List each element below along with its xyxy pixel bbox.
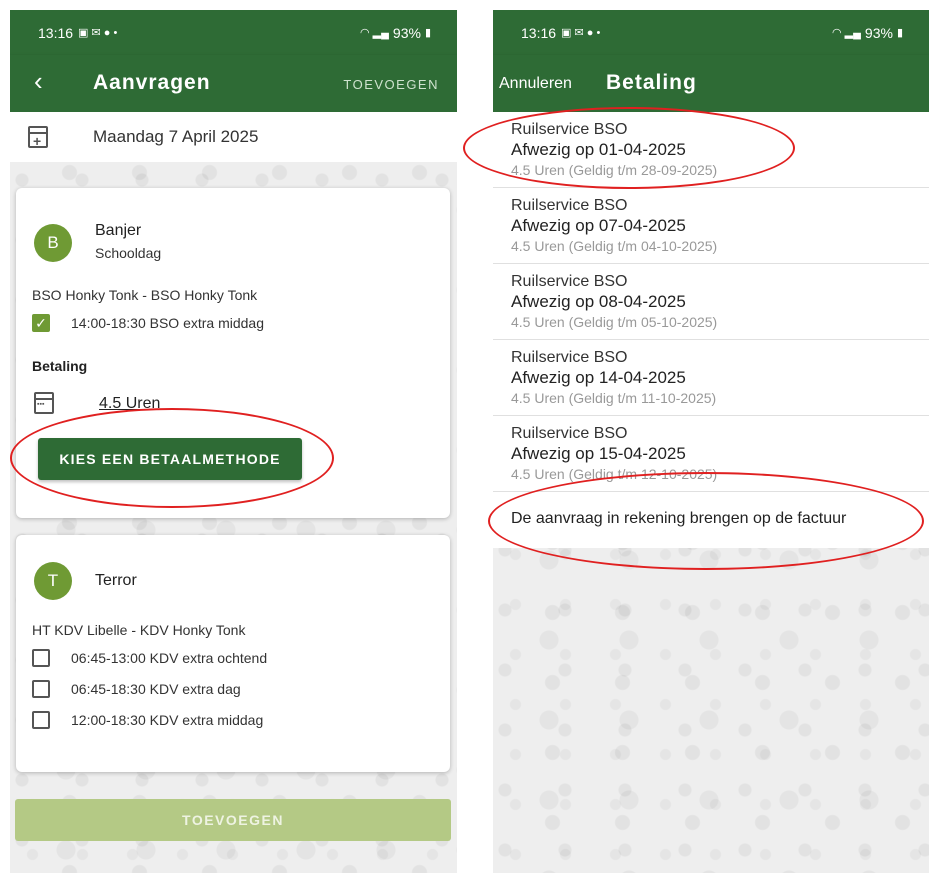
child-name: Banjer [95, 222, 142, 239]
checkbox[interactable] [32, 649, 50, 667]
battery-level: 93% [864, 24, 893, 41]
absent-date: Afwezig op 01-04-2025 [511, 140, 686, 159]
notification-icons: ▣ ✉ ● • [561, 27, 601, 39]
back-arrow-icon[interactable]: ‹ [34, 68, 43, 94]
hours-validity: 4.5 Uren (Geldig t/m 28-09-2025) [511, 162, 718, 178]
child-card-banjer: B Banjer Schooldag BSO Honky Tonk - BSO … [16, 188, 450, 518]
status-bar: 13:16 ▣ ✉ ● • ◠ ▂▄ 93% ▮ [10, 10, 457, 55]
option-label: 06:45-18:30 KDV extra dag [71, 681, 241, 697]
option-row[interactable]: 06:45-13:00 KDV extra ochtend [32, 649, 267, 667]
service-name: Ruilservice BSO [511, 425, 628, 442]
wifi-signal-icon: ◠ ▂▄ [831, 27, 861, 39]
location-label: HT KDV Libelle - KDV Honky Tonk [32, 622, 246, 638]
cancel-button[interactable]: Annuleren [499, 75, 572, 93]
page-title: Aanvragen [93, 71, 211, 94]
absent-date: Afwezig op 15-04-2025 [511, 444, 686, 463]
child-subtitle: Schooldag [95, 245, 162, 261]
absent-date: Afwezig op 08-04-2025 [511, 292, 686, 311]
service-name: Ruilservice BSO [511, 121, 628, 138]
wifi-signal-icon: ◠ ▂▄ [359, 27, 389, 39]
child-name: Terror [95, 572, 137, 589]
notification-icons: ▣ ✉ ● • [78, 27, 118, 39]
checkbox-checked[interactable]: ✓ [32, 314, 50, 332]
invoice-option[interactable]: De aanvraag in rekening brengen op de fa… [493, 492, 929, 548]
avatar: B [34, 224, 72, 262]
option-row[interactable]: ✓ 14:00-18:30 BSO extra middag [32, 314, 264, 332]
payment-options-list: Ruilservice BSO Afwezig op 01-04-2025 4.… [493, 112, 929, 548]
add-button-disabled[interactable]: TOEVOEGEN [15, 799, 451, 841]
toevoegen-action[interactable]: TOEVOEGEN [343, 77, 439, 92]
hours-validity: 4.5 Uren (Geldig t/m 05-10-2025) [511, 314, 718, 330]
app-bar: Annuleren Betaling [493, 55, 929, 112]
betaling-screen: 13:16 ▣ ✉ ● • ◠ ▂▄ 93% ▮ Annuleren Betal… [493, 10, 929, 873]
checkbox[interactable] [32, 711, 50, 729]
option-row[interactable]: 06:45-18:30 KDV extra dag [32, 680, 241, 698]
absent-date: Afwezig op 07-04-2025 [511, 216, 686, 235]
avatar: T [34, 562, 72, 600]
status-bar: 13:16 ▣ ✉ ● • ◠ ▂▄ 93% ▮ [493, 10, 929, 55]
list-item[interactable]: Ruilservice BSO Afwezig op 07-04-2025 4.… [493, 188, 929, 264]
payment-label: Betaling [32, 358, 88, 374]
list-item[interactable]: Ruilservice BSO Afwezig op 15-04-2025 4.… [493, 416, 929, 492]
option-label: 12:00-18:30 KDV extra middag [71, 712, 264, 728]
aanvragen-screen: 13:16 ▣ ✉ ● • ◠ ▂▄ 93% ▮ ‹ Aanvragen TOE… [10, 10, 457, 873]
location-label: BSO Honky Tonk - BSO Honky Tonk [32, 287, 258, 303]
status-time: 13:16 [521, 24, 557, 41]
list-item[interactable]: Ruilservice BSO Afwezig op 01-04-2025 4.… [493, 112, 929, 188]
child-card-terror: T Terror HT KDV Libelle - KDV Honky Tonk… [16, 535, 450, 772]
option-label: 06:45-13:00 KDV extra ochtend [71, 650, 268, 666]
service-name: Ruilservice BSO [511, 273, 628, 290]
list-item[interactable]: Ruilservice BSO Afwezig op 14-04-2025 4.… [493, 340, 929, 416]
date-selector[interactable]: + Maandag 7 April 2025 [10, 112, 457, 162]
service-name: Ruilservice BSO [511, 349, 628, 366]
hours-validity: 4.5 Uren (Geldig t/m 11-10-2025) [511, 390, 717, 406]
calendar-icon [34, 392, 54, 414]
option-row[interactable]: 12:00-18:30 KDV extra middag [32, 711, 263, 729]
battery-level: 93% [392, 24, 421, 41]
calendar-add-icon: + [28, 126, 48, 149]
battery-icon: ▮ [424, 27, 431, 39]
selected-date: Maandag 7 April 2025 [93, 127, 259, 146]
hours-validity: 4.5 Uren (Geldig t/m 12-10-2025) [511, 466, 718, 482]
battery-icon: ▮ [896, 27, 903, 39]
hours-value: 4.5 Uren [99, 395, 161, 412]
list-item[interactable]: Ruilservice BSO Afwezig op 08-04-2025 4.… [493, 264, 929, 340]
choose-payment-method-button[interactable]: KIES EEN BETAALMETHODE [38, 438, 302, 480]
page-title: Betaling [606, 71, 697, 94]
hours-validity: 4.5 Uren (Geldig t/m 04-10-2025) [511, 238, 718, 254]
checkbox[interactable] [32, 680, 50, 698]
app-bar: ‹ Aanvragen TOEVOEGEN [10, 55, 457, 112]
status-time: 13:16 [38, 24, 74, 41]
service-name: Ruilservice BSO [511, 197, 628, 214]
absent-date: Afwezig op 14-04-2025 [511, 368, 686, 387]
option-label: 14:00-18:30 BSO extra middag [71, 315, 265, 331]
